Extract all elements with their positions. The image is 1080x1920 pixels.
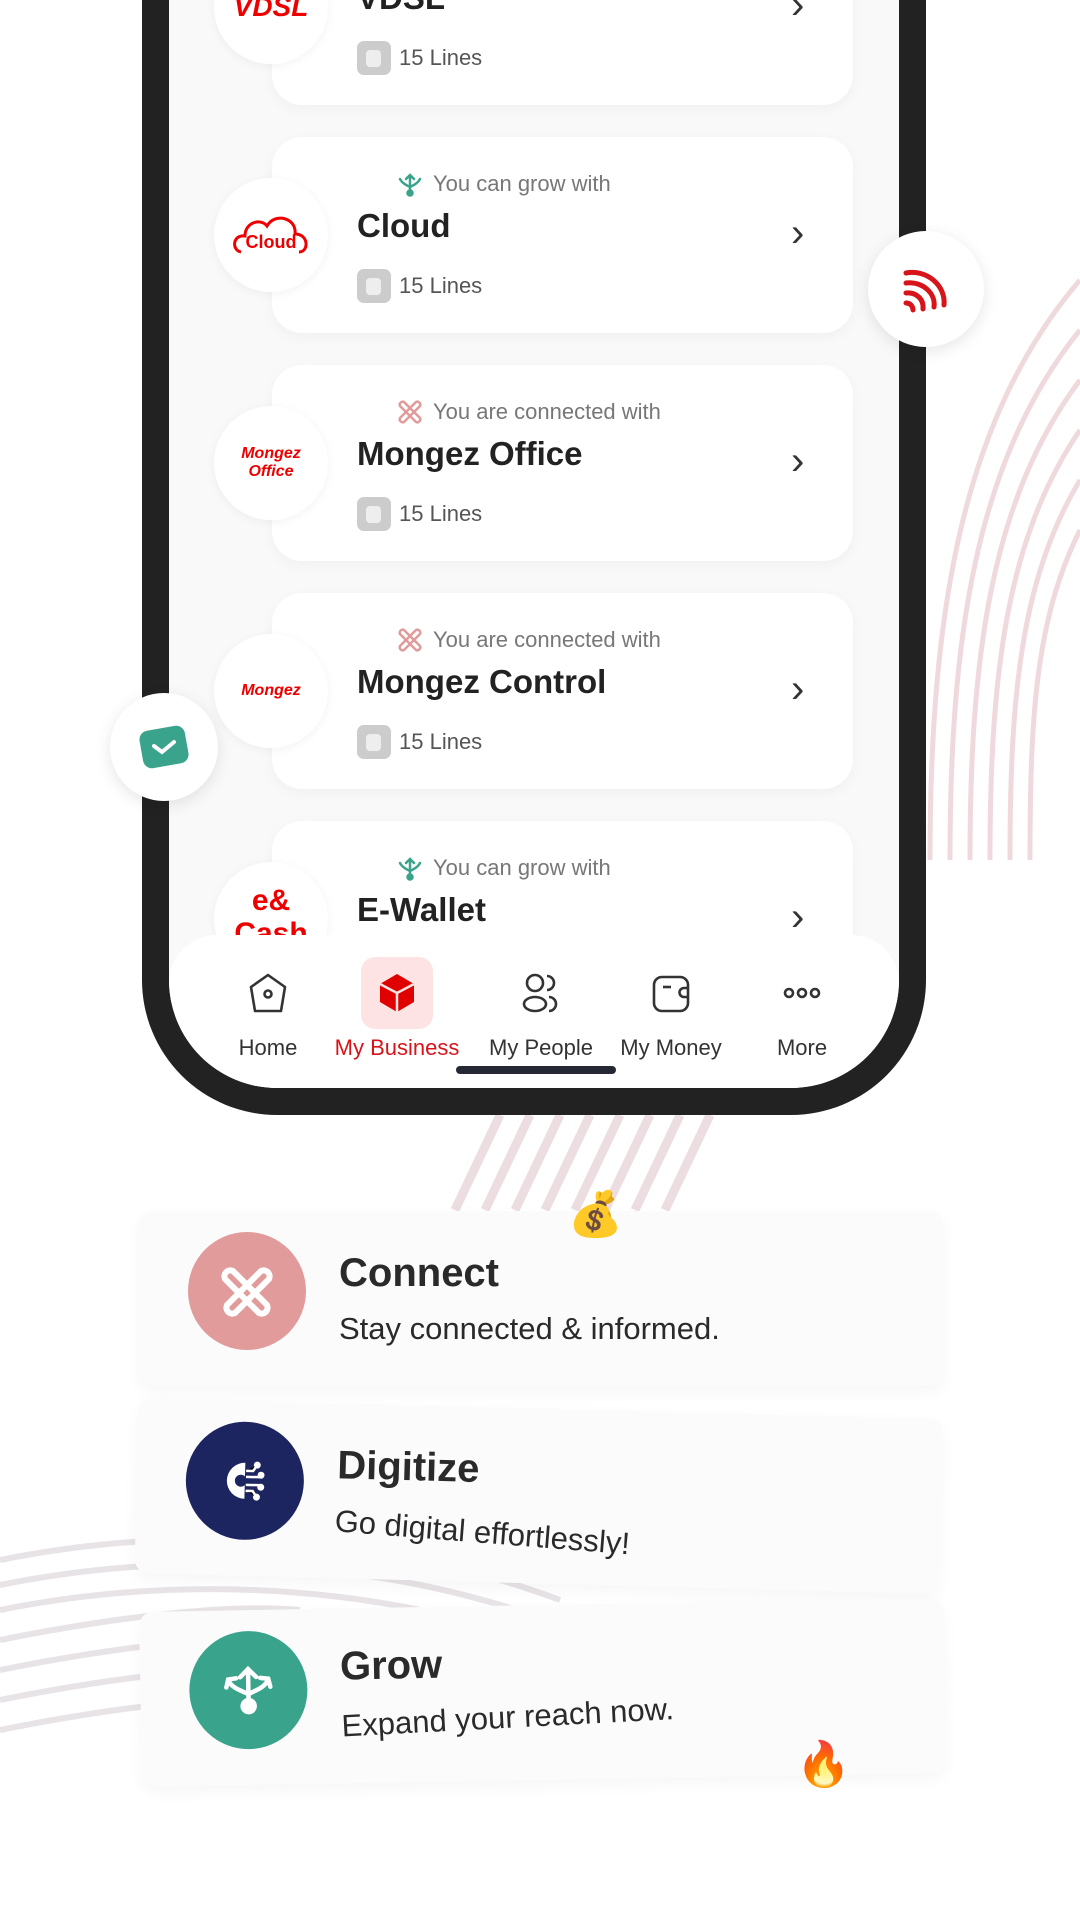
feature-digitize: Digitize Go digital effortlessly!	[134, 1398, 943, 1594]
wallet-icon	[652, 975, 690, 1013]
nav-my-business-label: My Business	[334, 1035, 460, 1060]
product-card[interactable]: You can grow with Cloud 15 Lines ›	[272, 137, 853, 333]
grow-icon	[188, 1630, 309, 1751]
product-status-text: You are connected with	[433, 399, 661, 424]
logo-text: VDSL	[233, 0, 309, 22]
product-status-text: You can grow with	[433, 855, 611, 880]
product-title: Mongez Control	[357, 663, 606, 701]
product-lines-text: 15 Lines	[399, 501, 483, 526]
chevron-right-icon[interactable]: ›	[791, 897, 813, 937]
feature-title: Digitize	[336, 1443, 481, 1491]
lines-icon	[357, 269, 391, 303]
nav-home-label: Home	[238, 1035, 298, 1060]
chevron-right-icon[interactable]: ›	[791, 213, 813, 253]
product-logo: Mongez Office	[214, 406, 328, 520]
product-logo: Mongez	[214, 634, 328, 748]
nav-my-people-label: My People	[489, 1035, 593, 1060]
nav-my-money[interactable]: My Money	[606, 957, 736, 1061]
product-title: Cloud	[357, 207, 450, 245]
bottom-nav: Home My Business My People My Money More	[169, 935, 899, 1088]
grow-icon	[397, 171, 423, 197]
product-status: You are connected with	[397, 399, 661, 425]
nav-my-money-label: My Money	[620, 1035, 722, 1060]
lines-icon	[357, 497, 391, 531]
product-status: You can grow with	[397, 171, 611, 197]
wifi-icon	[903, 269, 947, 313]
product-status-text: You can grow with	[433, 171, 611, 196]
checkmark-icon	[139, 725, 189, 769]
product-title: E-Wallet	[357, 891, 486, 929]
feature-title: Connect	[339, 1251, 499, 1295]
product-title-text: VDSL	[357, 0, 445, 16]
product-status: You can grow with	[397, 855, 611, 881]
product-lines-text: 15 Lines	[399, 273, 483, 298]
feature-subtitle: Stay connected & informed.	[339, 1311, 720, 1346]
product-lines-text: 15 Lines	[399, 45, 483, 70]
feature-title: Grow	[339, 1642, 443, 1689]
product-lines: 15 Lines	[357, 725, 482, 759]
connect-icon	[188, 1232, 306, 1350]
logo-text: Cloud	[245, 232, 297, 252]
nav-my-people[interactable]: My People	[476, 957, 606, 1061]
fire-emoji: 🔥	[796, 1739, 851, 1790]
feature-subtitle: Expand your reach now.	[340, 1691, 675, 1744]
chevron-right-icon[interactable]: ›	[791, 0, 813, 25]
wifi-bubble	[868, 231, 984, 347]
lines-icon	[357, 725, 391, 759]
nav-home[interactable]: Home	[203, 957, 333, 1061]
lines-icon	[357, 41, 391, 75]
grow-icon	[397, 855, 423, 881]
chevron-right-icon[interactable]: ›	[791, 669, 813, 709]
product-logo: Cloud	[214, 178, 328, 292]
money-bag-emoji: 💰	[568, 1189, 623, 1240]
product-lines: 15 Lines	[357, 497, 482, 531]
product-card[interactable]: VDSL 15 Lines ›	[272, 0, 853, 105]
product-lines: 15 Lines	[357, 41, 482, 75]
product-title-text: Cloud	[357, 207, 451, 244]
cube-icon	[379, 974, 415, 1012]
connect-icon	[397, 627, 423, 653]
logo-text: Mongez Office	[241, 445, 301, 480]
nav-more[interactable]: More	[737, 957, 867, 1061]
product-title: Mongez Office	[357, 435, 583, 473]
home-icon	[249, 973, 287, 1013]
feature-connect: Connect Stay connected & informed.	[139, 1211, 943, 1386]
home-indicator	[456, 1066, 616, 1074]
nav-more-label: More	[776, 1035, 828, 1060]
product-title-text: E-Wallet	[357, 891, 486, 928]
logo-text: Mongez	[241, 682, 301, 700]
product-lines: 15 Lines	[357, 269, 482, 303]
phone-screen: VDSL 15 Lines › VDSL You can grow with Cloud 1…	[169, 0, 899, 1088]
more-icon	[783, 987, 821, 999]
product-card[interactable]: You are connected with Mongez Office 15 Li…	[272, 365, 853, 561]
people-icon	[522, 973, 558, 1013]
product-card[interactable]: You are connected with Mongez Control 15 L…	[272, 593, 853, 789]
product-status-text: You are connected with	[433, 627, 661, 652]
check-bubble	[110, 693, 218, 801]
digitize-icon	[184, 1420, 306, 1542]
product-lines-text: 15 Lines	[399, 729, 483, 754]
product-status: You are connected with	[397, 627, 661, 653]
nav-my-business[interactable]: My Business	[332, 957, 462, 1061]
feature-subtitle: Go digital effortlessly!	[333, 1503, 632, 1562]
product-title: VDSL	[357, 0, 445, 17]
chevron-right-icon[interactable]: ›	[791, 441, 813, 481]
product-title-text: Mongez Office	[357, 435, 583, 472]
product-title-text: Mongez Control	[357, 663, 607, 700]
connect-icon	[397, 399, 423, 425]
